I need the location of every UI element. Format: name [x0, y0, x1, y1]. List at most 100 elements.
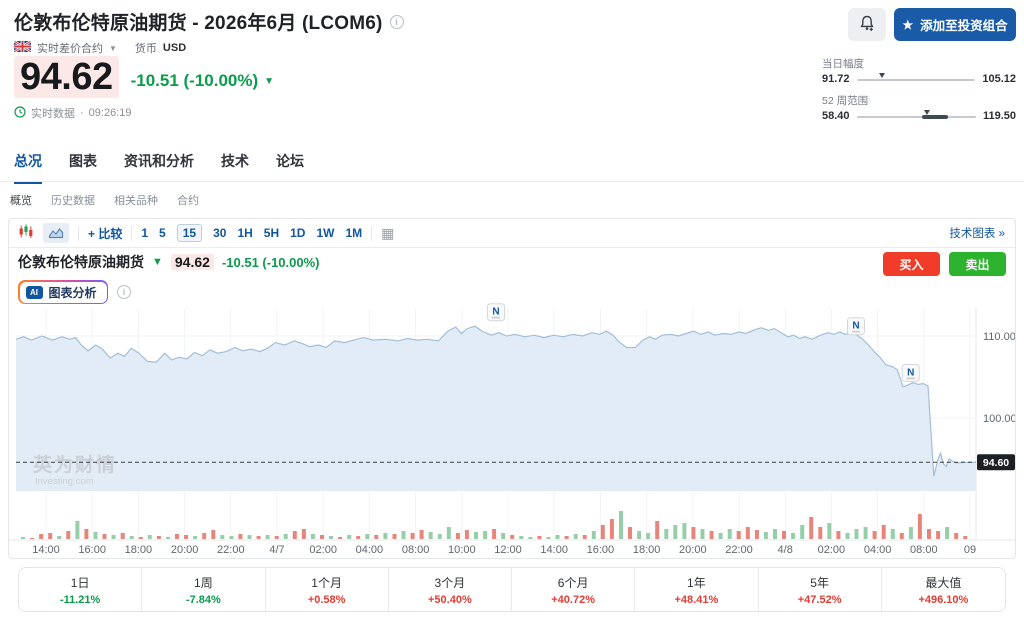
volume-bar	[238, 534, 242, 539]
volume-bar	[737, 531, 741, 539]
tab-1[interactable]: 图表	[69, 151, 97, 184]
volume-bar	[438, 534, 442, 539]
volume-bar	[827, 523, 831, 539]
title-info-icon[interactable]: i	[390, 15, 404, 29]
day-range-marker	[879, 73, 885, 78]
technical-chart-link[interactable]: 技术图表 »	[949, 225, 1005, 241]
tab-0[interactable]: 总况	[14, 151, 42, 184]
volume-bar	[202, 533, 206, 539]
page-title: 伦敦布伦特原油期货 - 2026年6月 (LCOM6)	[14, 8, 383, 35]
interval-1D[interactable]: 1D	[290, 226, 305, 240]
x-axis-label: 4/8	[778, 544, 793, 556]
chart-toolbar: + 比较 15 15 30 1H 5H 1D 1W 1M ▦ 技术图表 »	[9, 219, 1015, 248]
last-price: 94.62	[14, 56, 119, 98]
perf-period-value: +40.72%	[551, 594, 595, 606]
perf-period-value: +47.52%	[798, 594, 842, 606]
ai-chart-analysis-button[interactable]: AI 图表分析	[18, 280, 108, 304]
volume-bar	[619, 511, 623, 539]
create-alert-button[interactable]	[848, 8, 886, 41]
volume-bar	[547, 537, 551, 539]
volume-bar	[936, 531, 940, 539]
x-axis-label: 20:00	[679, 544, 707, 556]
volume-bar	[429, 532, 433, 539]
area-chart-button[interactable]	[43, 223, 69, 243]
sell-button[interactable]: 卖出	[949, 252, 1006, 276]
x-axis-label: 4/7	[269, 544, 284, 556]
volume-bar	[393, 534, 397, 539]
week52-range-marker	[924, 110, 930, 115]
svg-text:N: N	[907, 367, 914, 378]
day-range-row: 91.72 105.12	[822, 73, 1016, 85]
volume-bar	[719, 533, 723, 539]
chart-price-change: -10.51 (-10.00%)	[222, 255, 320, 270]
change-dropdown-caret[interactable]: ▼	[264, 76, 274, 87]
buy-button[interactable]: 买入	[883, 252, 940, 276]
interval-15[interactable]: 15	[177, 224, 202, 242]
volume-bar	[701, 529, 705, 539]
interval-selector: 15 15 30 1H 5H 1D 1W 1M	[141, 224, 362, 242]
volume-bar	[519, 536, 523, 539]
perf-cell-5年: 5年+47.52%	[759, 568, 882, 611]
add-to-portfolio-label: 添加至投资组合	[920, 15, 1008, 34]
x-axis-label: 09	[964, 544, 976, 556]
volume-bar	[818, 527, 822, 539]
perf-cell-1年: 1年+48.41%	[635, 568, 758, 611]
add-to-portfolio-button[interactable]: ★ 添加至投资组合	[894, 8, 1016, 41]
volume-bar	[764, 532, 768, 539]
volume-bar	[411, 533, 415, 539]
news-marker-0[interactable]: N	[488, 304, 505, 321]
interval-1H[interactable]: 1H	[237, 226, 252, 240]
volume-bar	[229, 536, 233, 539]
currency-value: USD	[163, 42, 186, 54]
tab-2[interactable]: 资讯和分析	[124, 151, 194, 184]
volume-bar	[646, 533, 650, 539]
subtab-3[interactable]: 合约	[177, 192, 199, 208]
news-marker-1[interactable]: N	[848, 318, 865, 335]
compare-button[interactable]: + 比较	[88, 225, 122, 242]
subtab-2[interactable]: 相关品种	[114, 192, 158, 208]
x-axis-label: 14:00	[540, 544, 568, 556]
news-marker-2[interactable]: N	[902, 364, 919, 381]
clock-icon	[14, 106, 26, 121]
volume-bar	[193, 536, 197, 539]
volume-bar	[565, 536, 569, 539]
svg-text:N: N	[852, 321, 859, 332]
instrument-type-dropdown[interactable]: 实时差价合约	[37, 40, 103, 56]
candlestick-chart-button[interactable]	[18, 224, 34, 242]
toolbar-divider	[131, 226, 132, 241]
tab-3[interactable]: 技术	[221, 151, 249, 184]
volume-bar	[75, 521, 79, 539]
tab-4[interactable]: 论坛	[276, 151, 304, 184]
perf-period-label: 1周	[194, 574, 213, 591]
volume-bar	[121, 533, 125, 539]
interval-30[interactable]: 30	[213, 226, 226, 240]
indicators-icon[interactable]: ▦	[381, 225, 394, 242]
interval-1W[interactable]: 1W	[316, 226, 334, 240]
volume-bar	[338, 537, 342, 539]
quote-block: 94.62 -10.51 (-10.00%) ▼ 实时数据 · 09:26:19	[14, 56, 274, 121]
interval-5[interactable]: 5	[159, 226, 166, 240]
status-separator: ·	[80, 107, 84, 119]
x-axis-label: 18:00	[125, 544, 153, 556]
interval-5H[interactable]: 5H	[264, 226, 279, 240]
volume-bar	[220, 535, 224, 539]
interval-1M[interactable]: 1M	[345, 226, 362, 240]
x-axis-label: 16:00	[587, 544, 615, 556]
volume-bar	[275, 536, 279, 539]
perf-period-label: 1日	[71, 574, 90, 591]
watermark-logo: 英为财情	[33, 453, 117, 476]
perf-period-label: 最大值	[925, 574, 961, 591]
volume-bar	[537, 536, 541, 539]
data-status-row: 实时数据 · 09:26:19	[14, 105, 274, 121]
subtab-0[interactable]: 概览	[10, 192, 32, 208]
x-axis-label: 22:00	[725, 544, 753, 556]
perf-period-label: 1年	[687, 574, 706, 591]
volume-bar	[528, 537, 532, 539]
ai-info-icon[interactable]: i	[117, 285, 131, 299]
volume-bar	[891, 529, 895, 539]
volume-bar	[583, 535, 587, 539]
subtab-1[interactable]: 历史数据	[51, 192, 95, 208]
volume-bar	[746, 527, 750, 539]
watermark-brand: Investing.com	[35, 476, 94, 487]
interval-1[interactable]: 1	[141, 226, 148, 240]
